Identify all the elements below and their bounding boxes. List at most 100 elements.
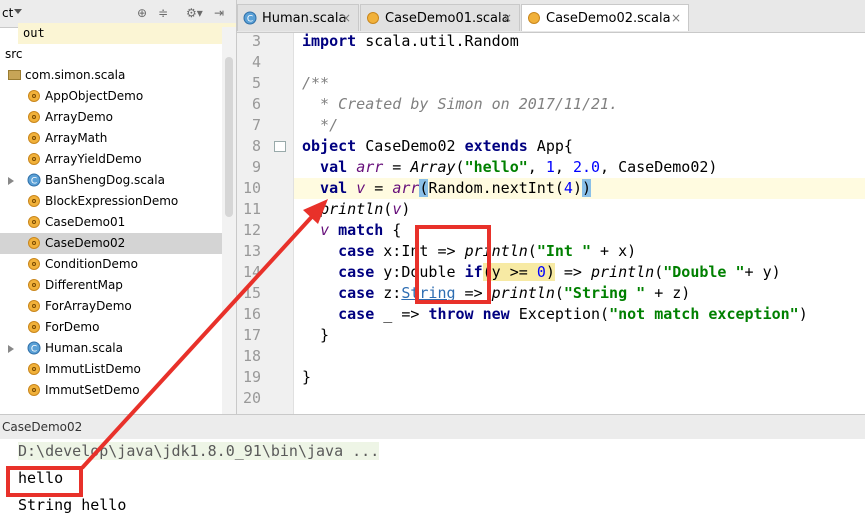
code-line-3: import scala.util.Random <box>302 31 519 52</box>
code-text: = <box>383 158 411 176</box>
tree-item[interactable]: ArrayYieldDemo <box>0 149 222 170</box>
code-line-9: val arr = Array("hello", 1, 2.0, CaseDem… <box>302 157 717 178</box>
tree-item[interactable]: DifferentMap <box>0 275 222 296</box>
run-tab-title[interactable]: CaseDemo02 <box>2 420 82 434</box>
tree-item-label: ImmutSetDemo <box>45 383 140 397</box>
object-icon <box>28 258 40 270</box>
expand-arrow-icon[interactable] <box>8 177 14 185</box>
line-number: 7 <box>251 116 261 134</box>
close-icon[interactable]: × <box>341 5 351 32</box>
tree-item[interactable]: ImmutSetDemo <box>0 380 222 401</box>
tree-item[interactable]: AppObjectDemo <box>0 86 222 107</box>
settings-target-icon[interactable]: ⊕ <box>137 6 147 20</box>
line-number: 20 <box>242 389 261 407</box>
tree-item[interactable]: ArrayDemo <box>0 107 222 128</box>
keyword: case <box>302 242 375 260</box>
tab-casedemo02-scala[interactable]: CaseDemo02.scala × <box>521 4 689 31</box>
number-literal: 2.0 <box>572 158 601 176</box>
identifier: println <box>491 284 555 302</box>
project-scrollbar[interactable] <box>222 27 236 414</box>
run-console[interactable]: D:\develop\java\jdk1.8.0_91\bin\java ...… <box>0 439 865 521</box>
code-line-14: case y:Double if(y >= 0) => println("Dou… <box>302 262 781 283</box>
object-icon <box>28 237 40 249</box>
code-line-16: case _ => throw new Exception("not match… <box>302 304 808 325</box>
tree-item[interactable]: ImmutListDemo <box>0 359 222 380</box>
console-command-line: D:\develop\java\jdk1.8.0_91\bin\java ... <box>18 442 380 460</box>
tree-item[interactable]: ForArrayDemo <box>0 296 222 317</box>
object-icon <box>28 90 40 102</box>
hide-icon[interactable]: ⇥ <box>214 6 224 20</box>
identifier: println <box>320 200 384 218</box>
identifier: v <box>356 179 366 197</box>
tree-item-label: ArrayDemo <box>45 110 113 124</box>
keyword: extends <box>464 137 528 155</box>
tree-item[interactable]: src <box>0 44 222 65</box>
tree-item-label: CaseDemo02 <box>45 236 126 250</box>
line-number: 14 <box>242 263 261 281</box>
chevron-down-icon[interactable] <box>14 9 22 14</box>
code-line-19: } <box>302 368 312 386</box>
close-icon[interactable]: × <box>502 5 512 32</box>
code-editor[interactable]: 3 4 5 6 7 8 9 10 11 12 13 14 15 16 17 18 19 20 import sca… <box>237 31 865 414</box>
object-icon <box>28 321 40 333</box>
code-text: ) <box>545 263 555 281</box>
object-gutter-icon[interactable] <box>274 141 286 152</box>
expand-arrow-icon[interactable] <box>8 345 14 353</box>
tree-item[interactable]: CaseDemo01 <box>0 212 222 233</box>
collapse-icon[interactable]: ≑ <box>158 6 168 20</box>
tab-label: CaseDemo01.scala <box>385 11 510 26</box>
gear-icon[interactable]: ⚙▾ <box>186 6 203 20</box>
code-text: z: <box>374 284 402 302</box>
tree-item[interactable]: com.simon.scala <box>0 65 222 86</box>
keyword: object <box>302 137 357 155</box>
tree-item-label: Human.scala <box>45 341 123 355</box>
tree-item-label: AppObjectDemo <box>45 89 144 103</box>
close-icon[interactable]: × <box>671 5 681 32</box>
string-literal: "not match exception" <box>609 305 799 323</box>
tab-human-scala[interactable]: C Human.scala × <box>237 4 359 31</box>
keyword: new <box>482 305 510 323</box>
code-line-12: v match { <box>302 220 401 241</box>
string-literal: "String " <box>563 284 646 302</box>
code-text: Exception( <box>509 305 610 323</box>
code-text: ) <box>572 179 582 197</box>
project-view-selector[interactable]: ct <box>2 6 13 20</box>
tab-casedemo01-scala[interactable]: CaseDemo01.scala × <box>360 4 520 31</box>
code-text: ( <box>554 284 564 302</box>
class-icon: C <box>243 11 257 25</box>
object-icon <box>28 300 40 312</box>
svg-text:C: C <box>247 15 253 25</box>
tree-item[interactable]: CaseDemo02 <box>0 233 222 254</box>
tree-item[interactable]: C BanShengDog.scala <box>0 170 222 191</box>
tree-item[interactable]: C Human.scala <box>0 338 222 359</box>
tree-item[interactable]: ConditionDemo <box>0 254 222 275</box>
tree-item-label: ForArrayDemo <box>45 299 132 313</box>
keyword: val <box>302 158 348 176</box>
code-line-7: */ <box>302 116 339 134</box>
keyword: case <box>302 305 375 323</box>
tree-item[interactable]: BlockExpressionDemo <box>0 191 222 212</box>
code-line-8: object CaseDemo02 extends App{ <box>302 136 573 157</box>
tree-item[interactable]: ArrayMath <box>0 128 222 149</box>
number-literal: 1 <box>545 158 555 176</box>
svg-text:C: C <box>31 345 37 355</box>
object-icon <box>367 12 379 24</box>
code-text: scala.util.Random <box>356 32 519 50</box>
code-text: ( <box>455 158 465 176</box>
keyword: match <box>338 221 384 239</box>
scrollbar-thumb[interactable] <box>225 57 233 217</box>
string-literal: "Double " <box>663 263 745 281</box>
line-number: 19 <box>242 368 261 386</box>
code-text: { <box>383 221 402 239</box>
tree-item[interactable]: ForDemo <box>0 317 222 338</box>
line-number: 16 <box>242 305 261 323</box>
line-number: 13 <box>242 242 261 260</box>
tree-item[interactable]: out <box>18 23 236 44</box>
tree-item-label: ArrayYieldDemo <box>45 152 142 166</box>
tree-item-label: ConditionDemo <box>45 257 138 271</box>
code-line-6: * Created by Simon on 2017/11/21. <box>302 95 619 113</box>
line-number: 8 <box>251 137 261 155</box>
